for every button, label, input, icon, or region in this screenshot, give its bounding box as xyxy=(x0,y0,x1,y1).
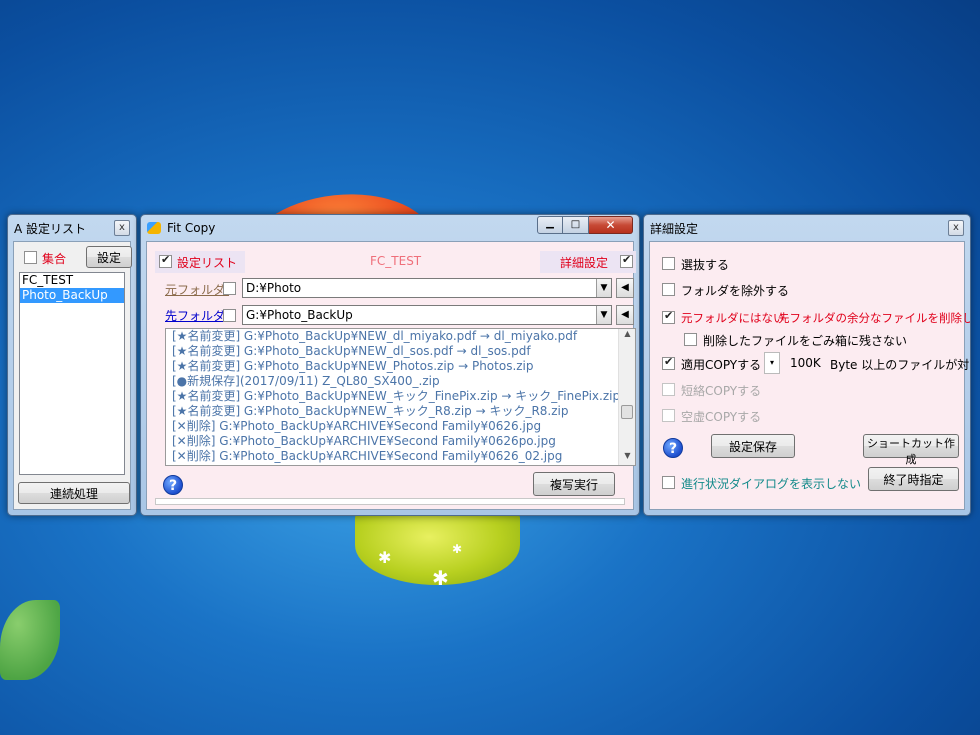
log-scrollbar[interactable]: ▲ ▼ xyxy=(618,329,635,465)
profile-listbox[interactable]: FC_TEST Photo_BackUp xyxy=(19,272,125,475)
detail-settings-checkbox[interactable] xyxy=(620,253,633,268)
empty-copy-label: 空虚COPYする xyxy=(681,410,762,424)
no-recycle-checkbox[interactable] xyxy=(684,333,697,346)
short-copy-checkbox[interactable] xyxy=(662,383,675,396)
settings-list-client: 集合 設定 FC_TEST Photo_BackUp 連続処理 xyxy=(13,241,132,510)
progress-bar xyxy=(155,498,625,505)
log-line[interactable]: [★名前変更] G:¥Photo_BackUp¥NEW_キック_FinePix.… xyxy=(166,389,635,404)
detail-settings-client: 選抜する フォルダを除外する 元フォルダにはない 先フォルダの余分なファイルを削… xyxy=(649,241,970,510)
fitcopy-window: Fit Copy ▁ □ ✕ 設定リスト FC_TEST 詳細設定 元フォルダ:… xyxy=(140,214,640,516)
detail-settings-titlebar[interactable]: 詳細設定 x xyxy=(644,215,970,241)
dest-browse-arrow-icon[interactable]: ◀ xyxy=(616,305,634,325)
empty-copy-checkbox[interactable] xyxy=(662,409,675,422)
exclude-folder-label: フォルダを除外する xyxy=(681,284,790,298)
log-line[interactable]: [✕削除] G:¥Photo_BackUp¥ARCHIVE¥Second Fam… xyxy=(166,449,635,464)
log-lines: [★名前変更] G:¥Photo_BackUp¥NEW_dl_miyako.pd… xyxy=(166,329,635,464)
execute-copy-button[interactable]: 複写実行 xyxy=(533,472,615,496)
create-shortcut-button[interactable]: ショートカット作成 xyxy=(863,434,959,466)
dest-folder-value: G:¥Photo_BackUp xyxy=(246,308,353,322)
source-folder-combo[interactable]: D:¥Photo ▼ xyxy=(242,278,612,298)
list-item[interactable]: FC_TEST xyxy=(20,273,124,288)
delete-extra-checkbox[interactable] xyxy=(662,309,675,324)
source-folder-checkbox[interactable] xyxy=(223,282,236,295)
log-line[interactable]: [✕削除] G:¥Photo_BackUp¥ARCHIVE¥Second Fam… xyxy=(166,434,635,449)
end-time-button[interactable]: 終了時指定 xyxy=(868,467,959,491)
batch-process-button[interactable]: 連続処理 xyxy=(18,482,130,504)
scroll-down-icon[interactable]: ▼ xyxy=(619,451,635,465)
list-item[interactable]: Photo_BackUp xyxy=(20,288,124,303)
source-folder-label[interactable]: 元フォルダ: xyxy=(165,281,229,298)
scroll-thumb[interactable] xyxy=(621,405,633,419)
source-browse-arrow-icon[interactable]: ◀ xyxy=(616,278,634,298)
select-label: 選抜する xyxy=(681,258,730,272)
log-line[interactable]: [★名前変更] G:¥Photo_BackUp¥NEW_dl_miyako.pd… xyxy=(166,329,635,344)
settings-list-checkbox[interactable] xyxy=(159,253,172,268)
settings-list-titlebar[interactable]: A 設定リスト x xyxy=(8,215,136,241)
dest-folder-combo[interactable]: G:¥Photo_BackUp ▼ xyxy=(242,305,612,325)
log-line[interactable]: [●新規保存](2017/09/11) Z_QL80_SX400_.zip xyxy=(166,374,635,389)
chevron-down-icon[interactable]: ▼ xyxy=(596,306,611,324)
window-controls: ▁ □ ✕ xyxy=(537,216,633,234)
delete-extra-label-b: 先フォルダの余分なファイルを削除します xyxy=(778,311,970,325)
fitcopy-titlebar[interactable]: Fit Copy ▁ □ ✕ xyxy=(141,215,639,241)
size-suffix-label: Byte 以上のファイルが対象 xyxy=(830,358,971,372)
log-line[interactable]: [★名前変更] G:¥Photo_BackUp¥NEW_dl_sos.pdf →… xyxy=(166,344,635,359)
source-folder-value: D:¥Photo xyxy=(246,281,302,295)
app-logo-icon xyxy=(147,222,161,234)
no-progress-dialog-label: 進行状況ダイアログを表示しない xyxy=(681,477,862,491)
profile-name: FC_TEST xyxy=(370,254,422,268)
chevron-down-icon[interactable]: ▼ xyxy=(596,279,611,297)
delete-extra-label-a: 元フォルダにはない xyxy=(681,311,785,325)
detail-settings-title: 詳細設定 xyxy=(650,221,699,236)
log-line[interactable]: [✕削除] G:¥Photo_BackUp¥ARCHIVE¥Second Fam… xyxy=(166,419,635,434)
fitcopy-client: 設定リスト FC_TEST 詳細設定 元フォルダ: D:¥Photo ▼ ◀ 先… xyxy=(146,241,636,510)
no-progress-dialog-checkbox[interactable] xyxy=(662,476,675,489)
apply-copy-checkbox[interactable] xyxy=(662,355,675,370)
wallpaper-sparkle-icon: ✱ xyxy=(432,566,449,590)
log-listbox[interactable]: [★名前変更] G:¥Photo_BackUp¥NEW_dl_miyako.pd… xyxy=(165,328,636,466)
minimize-icon[interactable]: ▁ xyxy=(537,216,563,234)
close-icon[interactable]: x xyxy=(948,220,964,236)
save-settings-button[interactable]: 設定保存 xyxy=(711,434,795,458)
detail-settings-window: 詳細設定 x 選抜する フォルダを除外する 元フォルダにはない 先フォルダの余分… xyxy=(643,214,971,516)
group-label: 集合 xyxy=(42,252,67,266)
close-icon[interactable]: ✕ xyxy=(589,216,633,234)
size-value[interactable]: 100K xyxy=(790,356,821,370)
no-recycle-label: 削除したファイルをごみ箱に残さない xyxy=(703,334,908,348)
size-spinner-icon[interactable]: ▾ xyxy=(764,352,780,374)
maximize-icon[interactable]: □ xyxy=(563,216,589,234)
dest-folder-checkbox[interactable] xyxy=(223,309,236,322)
detail-settings-label: 詳細設定 xyxy=(560,256,609,270)
help-icon[interactable]: ? xyxy=(663,438,683,458)
dest-folder-label[interactable]: 先フォルダ: xyxy=(165,307,229,324)
scroll-up-icon[interactable]: ▲ xyxy=(619,329,635,343)
apply-copy-label: 適用COPYする xyxy=(681,358,762,372)
select-checkbox[interactable] xyxy=(662,257,675,270)
settings-list-title: A 設定リスト xyxy=(14,221,87,236)
settings-list-label: 設定リスト xyxy=(177,256,238,270)
settings-button[interactable]: 設定 xyxy=(86,246,132,268)
wallpaper-sparkle-icon: ✱ xyxy=(452,542,463,556)
wallpaper-green-leaf xyxy=(0,600,60,680)
help-icon[interactable]: ? xyxy=(163,475,183,495)
close-icon[interactable]: x xyxy=(114,220,130,236)
settings-list-window: A 設定リスト x 集合 設定 FC_TEST Photo_BackUp 連続処理 xyxy=(7,214,137,516)
short-copy-label: 短絡COPYする xyxy=(681,384,762,398)
wallpaper-sparkle-icon: ✱ xyxy=(378,548,392,567)
group-checkbox[interactable] xyxy=(24,251,37,264)
log-line[interactable]: [★名前変更] G:¥Photo_BackUp¥NEW_Photos.zip →… xyxy=(166,359,635,374)
log-line[interactable]: [★名前変更] G:¥Photo_BackUp¥NEW_キック_R8.zip →… xyxy=(166,404,635,419)
exclude-folder-checkbox[interactable] xyxy=(662,283,675,296)
